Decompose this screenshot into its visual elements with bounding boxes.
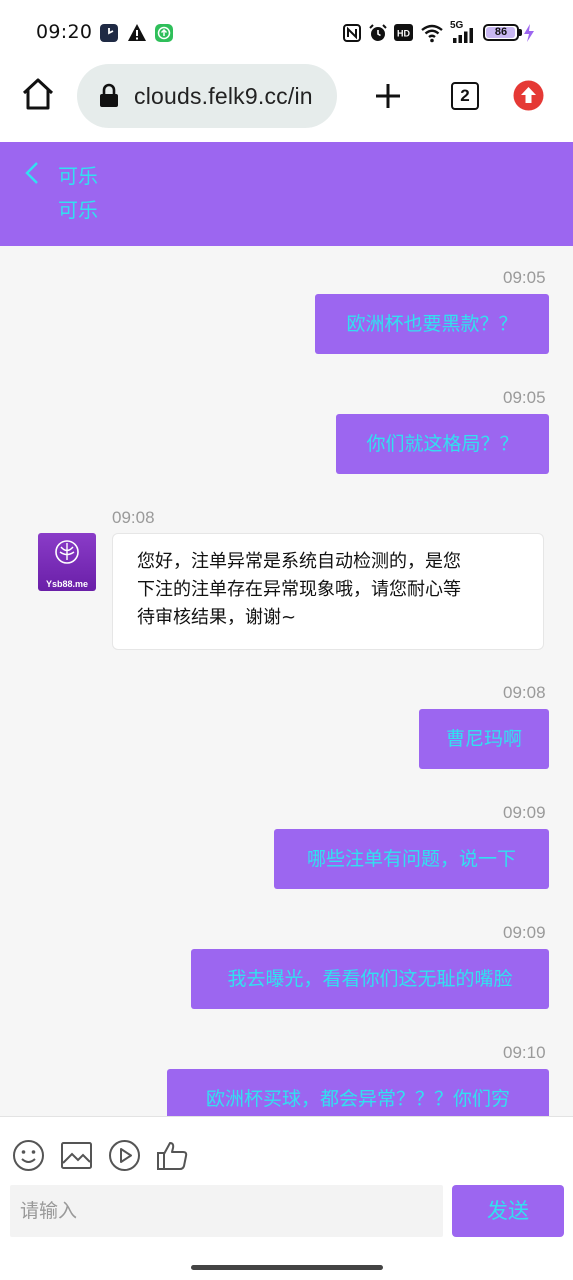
status-time: 09:20: [36, 21, 93, 43]
image-icon[interactable]: [60, 1139, 93, 1172]
message-line: 待审核结果，谢谢~: [137, 607, 297, 628]
video-icon[interactable]: [108, 1139, 141, 1172]
hd-icon: HD: [394, 24, 413, 41]
message-timestamp: 09:09: [503, 803, 546, 822]
outgoing-message[interactable]: 哪些注单有问题，说一下: [274, 829, 549, 889]
outgoing-message[interactable]: 我去曝光，看看你们这无耻的嘴脸: [191, 949, 549, 1009]
message-timestamp: 09:09: [503, 923, 546, 942]
message-timestamp: 09:05: [503, 268, 546, 287]
svg-text:HD: HD: [397, 29, 410, 39]
nfc-icon: [343, 24, 361, 42]
outgoing-message[interactable]: 欧洲杯买球，都会异常？？？你们穷: [167, 1069, 549, 1116]
update-icon: [155, 24, 173, 42]
tab-count: 2: [460, 86, 470, 105]
emoji-icon[interactable]: [12, 1139, 45, 1172]
clock-app-icon: [100, 24, 118, 42]
url-text[interactable]: clouds.felk9.cc/in: [134, 83, 313, 110]
avatar[interactable]: Ysb88.me: [38, 533, 96, 591]
thumbs-up-icon[interactable]: [156, 1139, 189, 1172]
chat-header: 可乐 可乐: [0, 142, 573, 246]
message-line: 下注的注单存在异常现象哦，请您耐心等: [137, 579, 461, 600]
signal-icon: [453, 28, 473, 43]
warning-icon: [128, 24, 146, 41]
outgoing-message[interactable]: 欧洲杯也要黑款？？: [315, 294, 549, 354]
message-input[interactable]: [10, 1185, 443, 1237]
battery-icon: 86: [483, 24, 519, 41]
message-timestamp: 09:05: [503, 388, 546, 407]
chat-title: 可乐: [58, 164, 98, 188]
address-bar[interactable]: clouds.felk9.cc/in: [77, 64, 337, 128]
outgoing-message[interactable]: 曹尼玛啊: [419, 709, 549, 769]
composer: 发送: [0, 1116, 573, 1280]
message-timestamp: 09:08: [503, 683, 546, 702]
plus-icon[interactable]: [374, 82, 402, 110]
avatar-label: Ysb88.me: [45, 579, 89, 589]
tabs-button[interactable]: 2: [451, 82, 479, 110]
update-icon[interactable]: [513, 80, 544, 111]
chevron-left-icon[interactable]: [24, 161, 40, 185]
wifi-icon: [421, 24, 443, 43]
message-list[interactable]: 09:05 欧洲杯也要黑款？？ 09:05 你们就这格局？？ 09:08 Ysb…: [0, 246, 573, 1116]
send-button[interactable]: 发送: [452, 1185, 564, 1237]
browser-toolbar: clouds.felk9.cc/in 2: [0, 62, 573, 142]
message-timestamp: 09:10: [503, 1043, 546, 1062]
message-line: 您好，注单异常是系统自动检测的，是您: [137, 551, 461, 572]
chat-subtitle: 可乐: [58, 198, 98, 222]
alarm-icon: [369, 24, 387, 41]
home-icon[interactable]: [21, 77, 55, 111]
charging-icon: [524, 24, 534, 42]
brand-logo-icon: [55, 540, 79, 564]
lock-icon: [100, 83, 118, 107]
message-timestamp: 09:08: [112, 508, 155, 527]
incoming-message[interactable]: 您好，注单异常是系统自动检测的，是您 下注的注单存在异常现象哦，请您耐心等 待审…: [112, 533, 544, 650]
outgoing-message[interactable]: 你们就这格局？？: [336, 414, 549, 474]
status-bar: 09:20 HD 5G 86: [0, 0, 573, 62]
battery-level-label: 86: [494, 26, 508, 38]
gesture-bar[interactable]: [191, 1265, 383, 1270]
